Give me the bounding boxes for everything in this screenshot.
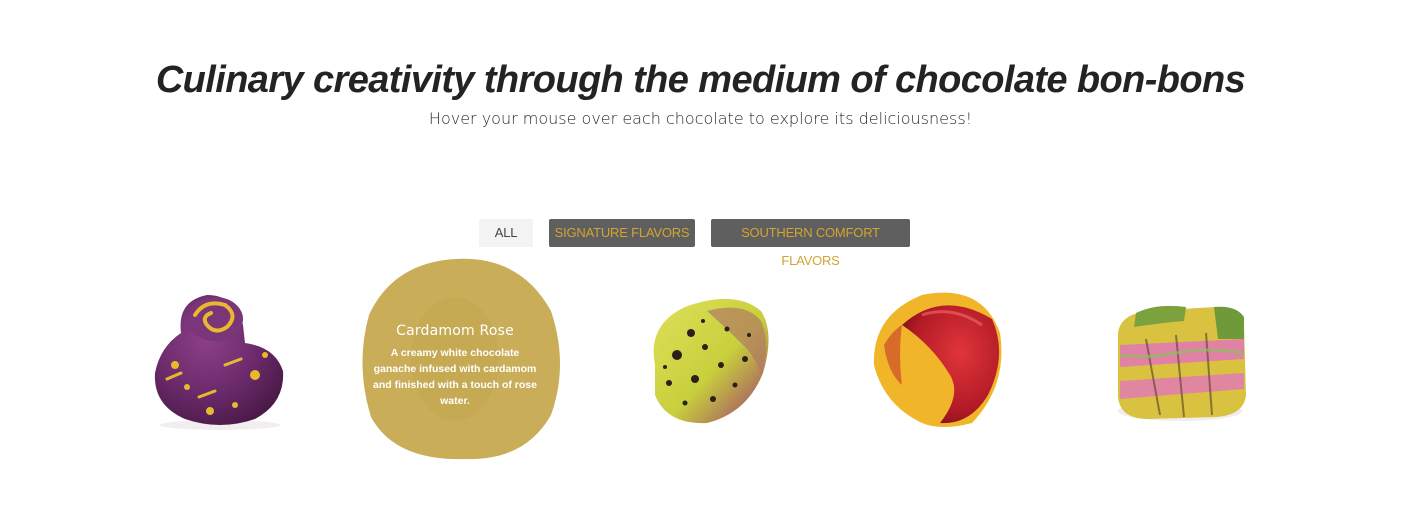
purple-swirl-chocolate-image	[154, 295, 284, 430]
filter-bar: ALL SIGNATURE FLAVORS SOUTHERN COMFORT F…	[0, 219, 1401, 268]
chocolate-gallery: Cardamom Rose A creamy white chocolate g…	[0, 255, 1401, 465]
chocolate-hover-overlay: Cardamom Rose A creamy white chocolate g…	[355, 255, 565, 465]
red-dome-chocolate-image	[873, 292, 1002, 427]
chocolate-item-purple-swirl[interactable]	[115, 255, 325, 465]
chocolate-item-red-dome[interactable]	[832, 255, 1042, 465]
chocolate-item-layered-square[interactable]	[1076, 255, 1286, 465]
page-title: Culinary creativity through the medium o…	[155, 59, 1246, 101]
speckled-egg-chocolate-image	[653, 298, 769, 424]
chocolate-name: Cardamom Rose	[396, 323, 514, 339]
page-subtitle: Hover your mouse over each chocolate to …	[428, 109, 973, 128]
layered-square-chocolate-image	[1118, 305, 1246, 421]
filter-all-button[interactable]: ALL	[479, 219, 533, 247]
filter-signature-flavors-button[interactable]: SIGNATURE FLAVORS	[549, 219, 695, 247]
chocolate-description: A creamy white chocolate ganache infused…	[373, 347, 537, 407]
filter-southern-comfort-flavors-button[interactable]: SOUTHERN COMFORT FLAVORS	[711, 219, 910, 268]
chocolate-item-speckled-egg[interactable]	[595, 255, 805, 465]
chocolate-item-cardamom-rose[interactable]: Cardamom Rose A creamy white chocolate g…	[355, 255, 565, 465]
